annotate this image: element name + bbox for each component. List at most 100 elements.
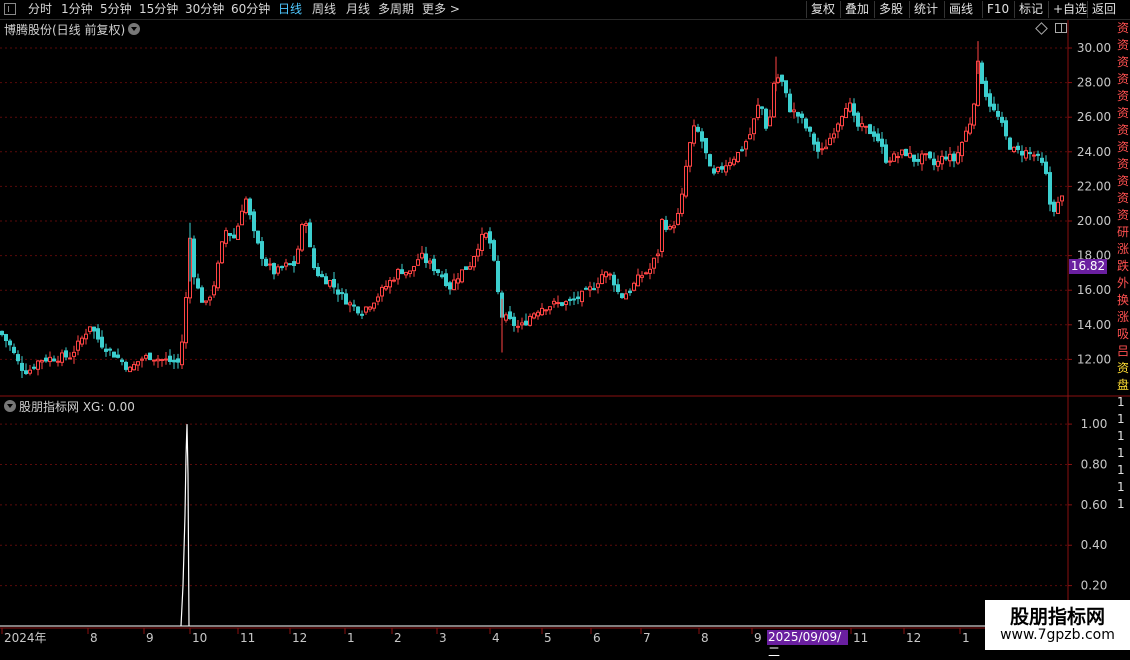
side-strip-char: 资 <box>1117 191 1130 205</box>
date-tick-label: 4 <box>492 631 500 645</box>
candle-body <box>1000 116 1004 123</box>
candle-body <box>536 311 540 317</box>
candle-body <box>832 133 836 139</box>
candle-body <box>680 193 684 214</box>
candle-body <box>628 290 632 294</box>
side-info-strip: 资资资资资资资资资资资资研涨跌外换涨吸吕资盘1111111 <box>1117 20 1130 630</box>
candle-body <box>68 357 72 360</box>
candle-body <box>988 93 992 107</box>
candle-body <box>540 307 544 316</box>
side-strip-char: 换 <box>1117 293 1130 307</box>
candle-body <box>724 165 728 173</box>
side-strip-char: 1 <box>1117 497 1125 511</box>
candle-body <box>872 131 876 137</box>
candle-body <box>208 296 212 301</box>
date-tick-label: 9 <box>146 631 154 645</box>
kline-chart[interactable]: 30.0028.0026.0024.0022.0020.0018.0016.00… <box>0 0 1130 650</box>
candle-body <box>276 266 280 274</box>
candle-body <box>584 287 588 290</box>
indicator-dropdown-icon[interactable] <box>4 400 16 412</box>
candle-body <box>264 258 268 266</box>
candle-body <box>912 154 916 162</box>
candle-body <box>596 283 600 288</box>
title-dropdown-icon[interactable] <box>128 23 140 35</box>
candle-body <box>552 300 556 305</box>
candle-body <box>996 110 1000 117</box>
candle-body <box>192 238 196 278</box>
candle-body <box>852 103 856 116</box>
candle-body <box>616 284 620 292</box>
candle-body <box>60 352 64 363</box>
candle-body <box>124 361 128 370</box>
candle-body <box>492 240 496 261</box>
candle-body <box>816 141 820 152</box>
side-strip-char: 涨 <box>1117 242 1130 256</box>
side-strip-char: 研 <box>1117 225 1130 239</box>
candle-body <box>932 158 936 166</box>
candle-body <box>196 278 200 289</box>
candle-body <box>28 369 32 374</box>
candle-body <box>352 304 356 307</box>
candle-body <box>100 336 104 348</box>
candle-body <box>860 123 864 128</box>
candle-body <box>256 230 260 244</box>
candle-body <box>644 272 648 275</box>
candle-body <box>368 306 372 310</box>
candle-body <box>844 107 848 119</box>
candle-body <box>772 82 776 118</box>
candle-body <box>12 346 16 354</box>
candle-body <box>980 62 984 84</box>
candle-body <box>132 364 136 371</box>
candle-body <box>380 286 384 297</box>
candle-body <box>880 138 884 147</box>
candle-body <box>744 141 748 150</box>
candle-body <box>372 302 376 309</box>
candle-body <box>532 313 536 319</box>
candle-body <box>868 124 872 135</box>
candle-body <box>448 282 452 290</box>
candle-body <box>612 274 616 286</box>
candle-body <box>288 263 292 266</box>
side-strip-char: 资 <box>1117 174 1130 188</box>
candle-body <box>1056 201 1060 214</box>
candle-body <box>212 285 216 296</box>
candle-body <box>52 358 56 362</box>
candle-body <box>328 280 332 287</box>
side-strip-char: 盘 <box>1117 378 1130 392</box>
side-strip-char: 资 <box>1117 89 1130 103</box>
candle-body <box>376 296 380 302</box>
candle-body <box>384 285 388 290</box>
candle-body <box>1008 137 1012 150</box>
candle-body <box>364 306 368 313</box>
candle-body <box>392 279 396 282</box>
date-tick-label: 3 <box>439 631 447 645</box>
price-tick-label: 12.00 <box>1077 352 1111 366</box>
side-strip-char: 外 <box>1117 276 1130 290</box>
candle-body <box>180 341 184 366</box>
candle-body <box>780 74 784 82</box>
candle-body <box>908 152 912 158</box>
candle-body <box>788 93 792 113</box>
candle-body <box>1052 201 1056 212</box>
side-strip-char: 1 <box>1117 412 1125 426</box>
side-strip-char: 资 <box>1117 208 1130 222</box>
candle-body <box>460 269 464 283</box>
side-strip-char: 资 <box>1117 157 1130 171</box>
candle-body <box>952 153 956 162</box>
price-tick-label: 24.00 <box>1077 145 1111 159</box>
candle-body <box>716 166 720 173</box>
candles-group <box>0 41 1064 378</box>
candle-body <box>416 259 420 266</box>
candle-body <box>928 151 932 159</box>
side-strip-char: 资 <box>1117 361 1130 375</box>
panel-split-icon[interactable] <box>1055 23 1067 33</box>
indicator-spike-line <box>180 424 190 627</box>
candle-body <box>160 359 164 362</box>
candle-body <box>96 328 100 340</box>
candle-body <box>1032 154 1036 157</box>
candle-body <box>972 103 976 126</box>
candle-body <box>916 159 920 162</box>
candle-body <box>1040 157 1044 163</box>
date-tick-label: 1 <box>347 631 355 645</box>
candle-body <box>88 326 92 332</box>
